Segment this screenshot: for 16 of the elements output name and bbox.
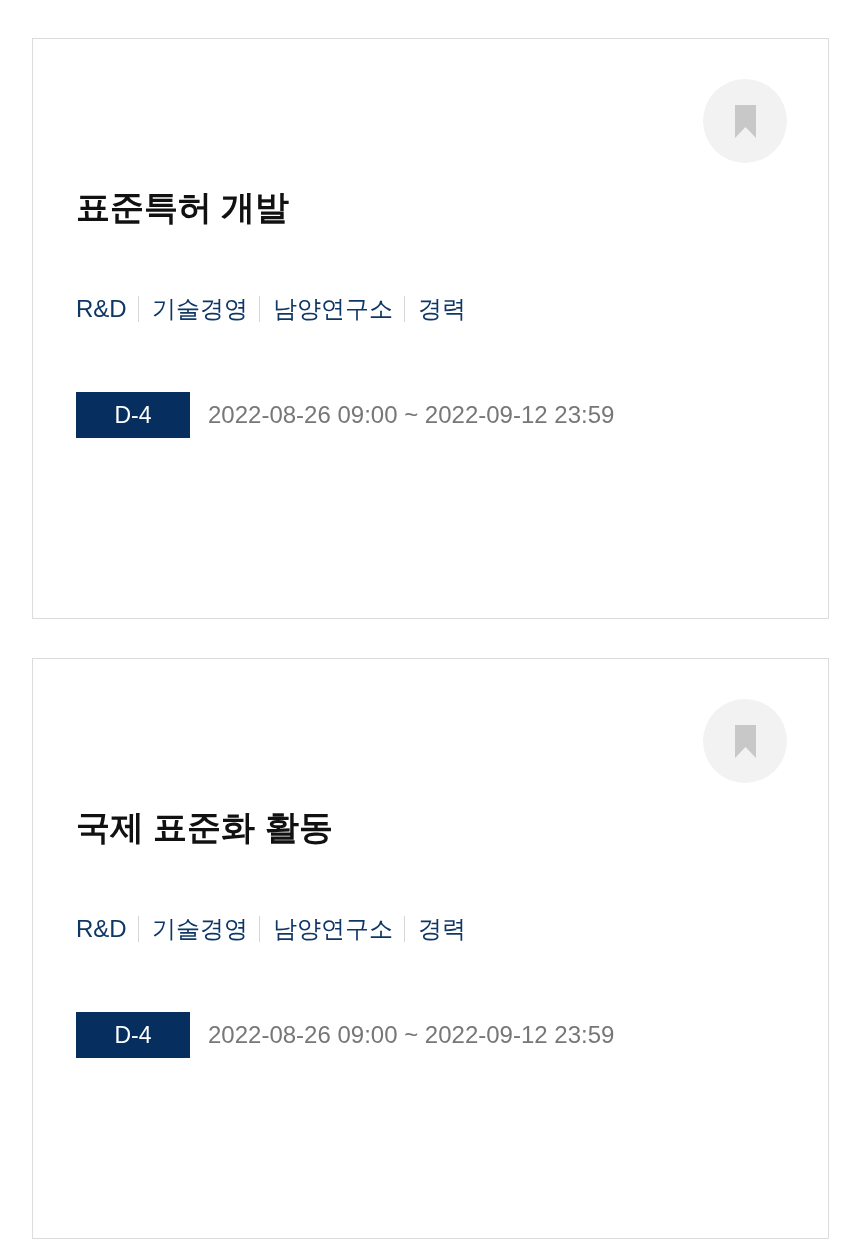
job-tag: 남양연구소 <box>272 293 393 325</box>
job-tag: R&D <box>76 913 127 945</box>
job-card[interactable]: 표준특허 개발 R&D 기술경영 남양연구소 경력 D-4 2022-08-26 09:00 ~ 2022-09-12 23:59 <box>32 38 829 619</box>
job-card[interactable]: 국제 표준화 활동 R&D 기술경영 남양연구소 경력 D-4 2022-08-26 09:00 ~ 2022-09-12 23:59 <box>32 658 829 1239</box>
job-tag: 경력 <box>417 913 466 945</box>
job-title: 국제 표준화 활동 <box>76 807 333 848</box>
job-tag: 기술경영 <box>151 293 248 325</box>
application-period: 2022-08-26 09:00 ~ 2022-09-12 23:59 <box>208 1021 615 1049</box>
job-tag: 경력 <box>417 293 466 325</box>
job-tag: R&D <box>76 293 127 325</box>
application-period: 2022-08-26 09:00 ~ 2022-09-12 23:59 <box>208 401 615 429</box>
job-title: 표준특허 개발 <box>76 187 290 228</box>
d-day-badge: D-4 <box>76 1012 190 1058</box>
job-tag: 남양연구소 <box>272 913 393 945</box>
d-day-badge: D-4 <box>76 392 190 438</box>
job-tag: 기술경영 <box>151 913 248 945</box>
